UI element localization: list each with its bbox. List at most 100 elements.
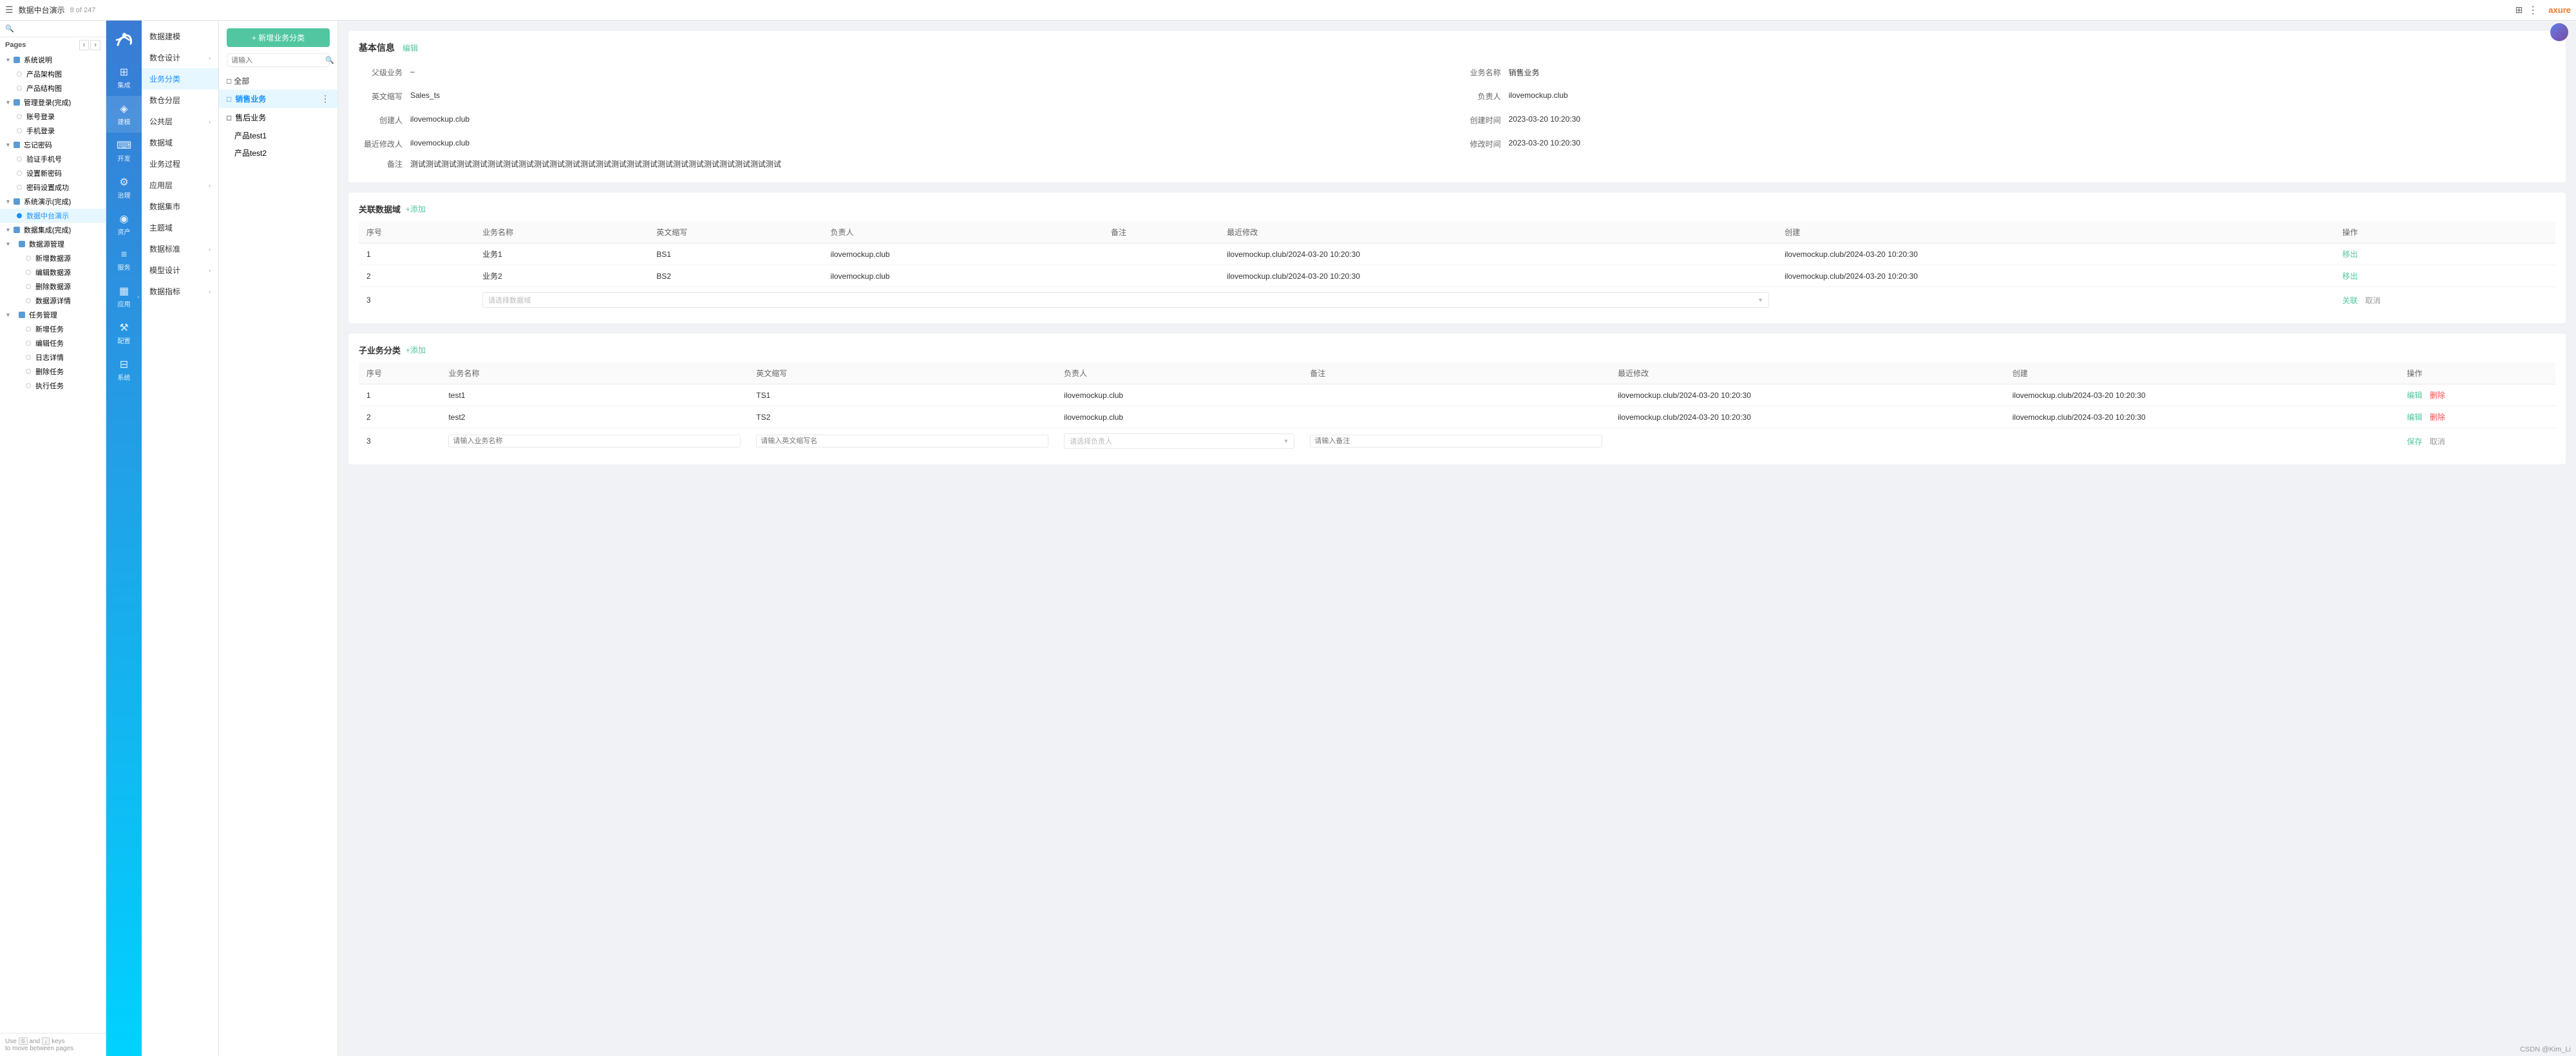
sub-nav-应用层[interactable]: 应用层 › bbox=[142, 174, 218, 196]
nav-item-系统[interactable]: ⊟ 系统 bbox=[106, 352, 142, 388]
nav-prev-arrow[interactable]: ‹ bbox=[79, 40, 90, 50]
owner-value: ilovemockup.club bbox=[1509, 91, 2556, 100]
add-domain-link[interactable]: +添加 bbox=[406, 203, 426, 214]
nav-item-开发[interactable]: ⌨ 开发 bbox=[106, 133, 142, 169]
biz-tree-产品test1[interactable]: 产品test1 bbox=[219, 127, 337, 144]
add-biz-category-button[interactable]: + 新增业务分类 bbox=[227, 28, 330, 47]
tree-item-任务管理[interactable]: ▼ 任务管理 bbox=[0, 308, 106, 322]
nav-item-治理[interactable]: ⚙ 治理 bbox=[106, 169, 142, 206]
sub-nav-业务分类[interactable]: 业务分类 bbox=[142, 68, 218, 90]
tree-item-系统演示[interactable]: ▼ 系统演示(完成) bbox=[0, 194, 106, 209]
tree-item-日志详情[interactable]: 日志详情 bbox=[0, 350, 106, 364]
tree-item-编辑任务[interactable]: 编辑任务 bbox=[0, 336, 106, 350]
action-取消-domain[interactable]: 取消 bbox=[2365, 296, 2380, 305]
sub-nav-数据建模[interactable]: 数据建模 bbox=[142, 26, 218, 47]
cell-en-abbr: BS1 bbox=[649, 243, 822, 265]
hamburger-icon[interactable]: ☰ bbox=[5, 5, 14, 15]
biz-tree-销售业务[interactable]: □ 销售业务 ⋮ bbox=[219, 90, 337, 108]
action-移出-1[interactable]: 移出 bbox=[2342, 250, 2358, 259]
tree-item-删除数据源[interactable]: 删除数据源 bbox=[0, 279, 106, 294]
nav-item-配置[interactable]: ⚒ 配置 bbox=[106, 315, 142, 352]
sub-nav-数据集市[interactable]: 数据集市 bbox=[142, 196, 218, 217]
tree-item-产品架构图[interactable]: 产品架构图 bbox=[0, 67, 106, 81]
owner-select[interactable]: 请选择负责人 ▼ bbox=[1064, 433, 1294, 449]
nav-item-服务[interactable]: ≡ 服务 bbox=[106, 243, 142, 278]
new-remark-input[interactable] bbox=[1310, 435, 1602, 448]
more-icon-销售业务[interactable]: ⋮ bbox=[321, 93, 330, 104]
biz-tree-售后业务[interactable]: □ 售后业务 bbox=[219, 108, 337, 127]
more-icon[interactable]: ⋮ bbox=[2528, 4, 2538, 17]
sub-nav-数仓分层[interactable]: 数仓分层 bbox=[142, 90, 218, 111]
biz-search-input[interactable] bbox=[231, 57, 323, 64]
sub-nav-公共层[interactable]: 公共层 › bbox=[142, 111, 218, 132]
cell-biz-name: 业务2 bbox=[475, 265, 649, 287]
related-domain-header-row: 序号 业务名称 英文缩写 负责人 备注 最近修改 创建 操作 bbox=[359, 222, 2555, 243]
new-biz-name-input[interactable] bbox=[448, 435, 741, 448]
edit-button[interactable]: 编辑 bbox=[402, 42, 418, 53]
tree-item-执行任务[interactable]: 执行任务 bbox=[0, 379, 106, 393]
cell-create: ilovemockup.club/2024-03-20 10:20:30 bbox=[2005, 384, 2400, 406]
top-bar: ☰ 数据中台演示 8 of 247 ⊞ ⋮ axure bbox=[0, 0, 2576, 21]
sidebar-search-input[interactable] bbox=[17, 25, 106, 33]
col-en-abbr: 英文缩写 bbox=[748, 363, 1056, 384]
action-delete-2[interactable]: 删除 bbox=[2430, 413, 2445, 422]
nav-label-建模: 建模 bbox=[118, 117, 131, 126]
tree-item-数据中台演示[interactable]: 数据中台演示 bbox=[0, 209, 106, 223]
nav-label-集成: 集成 bbox=[118, 80, 131, 90]
tree-item-数据源详情[interactable]: 数据源详情 bbox=[0, 294, 106, 308]
sub-nav-模型设计[interactable]: 模型设计 › bbox=[142, 259, 218, 281]
biz-tree-all[interactable]: □ 全部 bbox=[219, 72, 337, 90]
sub-nav-数据标准[interactable]: 数据标准 › bbox=[142, 238, 218, 259]
action-edit-2[interactable]: 编辑 bbox=[2407, 413, 2422, 422]
tree-item-账号登录[interactable]: 账号登录 bbox=[0, 109, 106, 124]
nav-item-建模[interactable]: ◈ 建模 bbox=[106, 96, 142, 133]
nav-item-资产[interactable]: ◉ 资产 bbox=[106, 206, 142, 243]
action-cancel[interactable]: 取消 bbox=[2430, 437, 2445, 446]
tree-item-数据集成[interactable]: ▼ 数据集成(完成) bbox=[0, 223, 106, 237]
field-parent-biz: 父级业务 – bbox=[359, 64, 1457, 80]
sub-nav-主题域[interactable]: 主题域 bbox=[142, 217, 218, 238]
sub-nav-arrow-模型设计: › bbox=[209, 267, 211, 274]
nav-label-开发: 开发 bbox=[118, 153, 131, 163]
tree-item-编辑数据源[interactable]: 编辑数据源 bbox=[0, 265, 106, 279]
grid-icon[interactable]: ⊞ bbox=[2515, 5, 2523, 15]
tree-item-管理登录[interactable]: ▼ 管理登录(完成) bbox=[0, 95, 106, 109]
sub-nav-数仓设计[interactable]: 数仓设计 › bbox=[142, 47, 218, 68]
action-关联[interactable]: 关联 bbox=[2342, 296, 2358, 305]
tree-item-验证手机号[interactable]: 验证手机号 bbox=[0, 152, 106, 166]
sub-nav-业务过程[interactable]: 业务过程 bbox=[142, 153, 218, 174]
tree-item-手机登录[interactable]: 手机登录 bbox=[0, 124, 106, 138]
biz-tree-产品test2[interactable]: 产品test2 bbox=[219, 144, 337, 162]
tree-item-新增任务[interactable]: 新增任务 bbox=[0, 322, 106, 336]
cell-action-new: 关联 取消 bbox=[2334, 287, 2555, 314]
add-sub-biz-link[interactable]: +添加 bbox=[406, 344, 426, 355]
new-en-abbr-input[interactable] bbox=[756, 435, 1048, 448]
col-seq: 序号 bbox=[359, 363, 440, 384]
nav-item-应用[interactable]: ▦ 应用 › bbox=[106, 278, 142, 315]
tree-item-密码设置成功[interactable]: 密码设置成功 bbox=[0, 180, 106, 194]
tree-item-系统说明[interactable]: ▼ 系统说明 bbox=[0, 53, 106, 67]
tree-item-新增数据源[interactable]: 新增数据源 bbox=[0, 251, 106, 265]
action-移出-2[interactable]: 移出 bbox=[2342, 272, 2358, 281]
related-domain-header: 关联数据域 +添加 bbox=[359, 203, 2555, 215]
nav-next-arrow[interactable]: › bbox=[90, 40, 100, 50]
tree-item-产品结构图[interactable]: 产品结构图 bbox=[0, 81, 106, 95]
tree-item-忘记密码[interactable]: ▼ 忘记密码 bbox=[0, 138, 106, 152]
tree-item-数据源管理[interactable]: ▼ 数据源管理 bbox=[0, 237, 106, 251]
user-avatar[interactable] bbox=[2550, 23, 2568, 41]
action-save[interactable]: 保存 bbox=[2407, 437, 2422, 446]
domain-select[interactable]: 请选择数据域 ▼ bbox=[482, 292, 1769, 308]
action-delete-1[interactable]: 删除 bbox=[2430, 391, 2445, 400]
nav-item-集成[interactable]: ⊞ 集成 bbox=[106, 59, 142, 96]
tree-item-删除任务[interactable]: 删除任务 bbox=[0, 364, 106, 379]
nav-icon-资产: ◉ bbox=[120, 212, 129, 225]
col-biz-name: 业务名称 bbox=[440, 363, 748, 384]
cell-last-modify: ilovemockup.club/2024-03-20 10:20:30 bbox=[1610, 384, 2005, 406]
action-edit-1[interactable]: 编辑 bbox=[2407, 391, 2422, 400]
cell-domain-select: 请选择数据域 ▼ bbox=[475, 287, 1777, 314]
brand-logo: axure bbox=[2548, 5, 2571, 15]
sub-nav-数据指标[interactable]: 数据指标 › bbox=[142, 281, 218, 302]
cell-remark bbox=[1302, 406, 1610, 428]
sub-nav-数据域[interactable]: 数据域 bbox=[142, 132, 218, 153]
tree-item-设置新密码[interactable]: 设置新密码 bbox=[0, 166, 106, 180]
